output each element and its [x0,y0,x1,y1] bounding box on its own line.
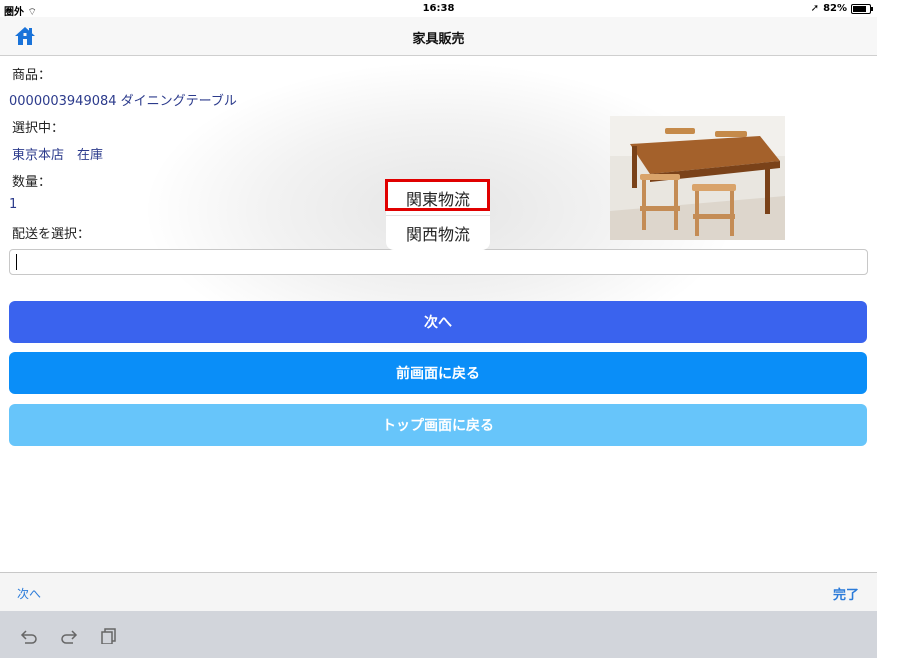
selected-label: 選択中： [12,121,65,136]
status-right: ➚ 82% [810,3,873,14]
app-screen: 圏外 ⌔ 16:38 ➚ 82% 家具販売 商品： 0000003949084 … [0,0,877,658]
page-title: 家具販売 [412,32,465,47]
option-kanto[interactable]: 関東物流 [386,181,490,215]
location-arrow-icon: ➚ [810,3,820,14]
paste-icon[interactable] [100,628,118,644]
product-label: 商品： [12,68,52,83]
quantity-value: 1 [9,197,18,212]
accessory-next-button[interactable]: 次へ [17,585,41,602]
undo-icon[interactable] [20,628,38,644]
keyboard-shortcut-bar [0,611,877,658]
top-button[interactable]: トップ画面に戻る [9,404,867,446]
battery-percent: 82% [823,3,847,14]
text-caret [16,254,17,270]
product-value: 0000003949084 ダイニングテーブル [9,94,237,109]
status-time: 16:38 [422,3,455,14]
next-button[interactable]: 次へ [9,301,867,343]
quantity-label: 数量： [12,175,52,190]
selected-value: 東京本店 在庫 [12,148,104,163]
battery-icon [851,3,873,14]
product-image [610,116,785,240]
delivery-label: 配送を選択： [12,227,91,242]
status-bar: 圏外 ⌔ 16:38 ➚ 82% [0,0,877,18]
option-kansai[interactable]: 関西物流 [386,216,490,250]
delivery-picker-popover: 関東物流 関西物流 [386,180,490,260]
accessory-done-button[interactable]: 完了 [833,584,859,603]
back-button[interactable]: 前画面に戻る [9,352,867,394]
navigation-bar: 家具販売 [0,17,877,56]
keyboard-accessory-bar: 次へ 完了 [0,572,877,612]
redo-icon[interactable] [60,628,78,644]
